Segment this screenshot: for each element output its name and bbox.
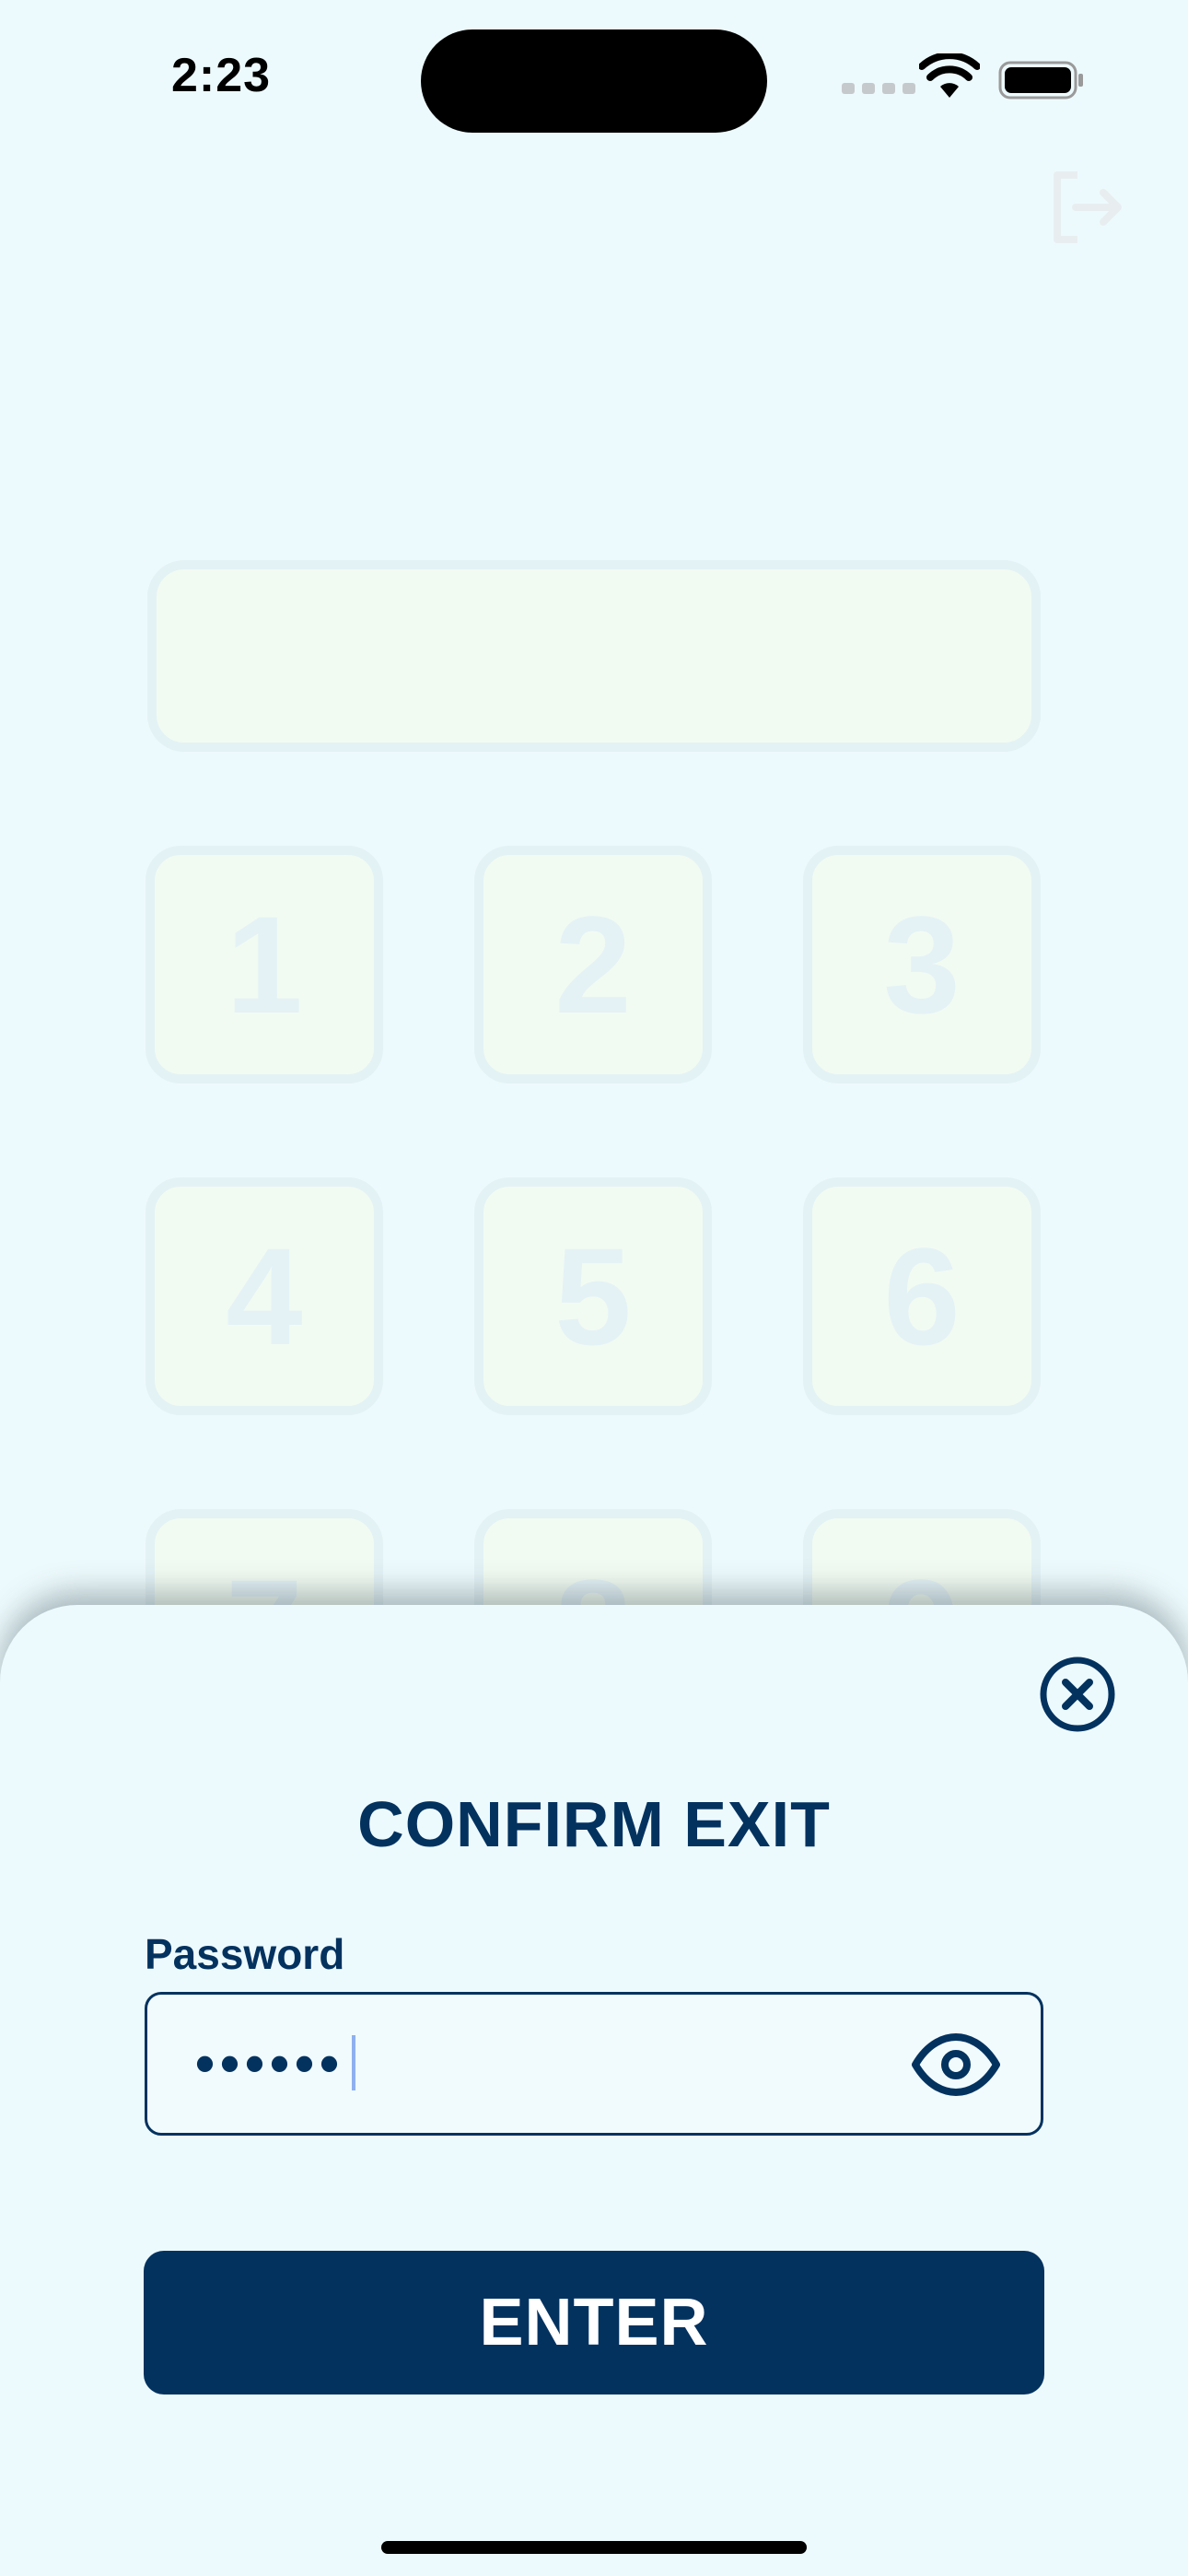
keypad-key-2[interactable]: 2 bbox=[474, 846, 712, 1083]
key-label: 6 bbox=[883, 1218, 961, 1374]
key-label: 3 bbox=[883, 886, 961, 1042]
wifi-icon bbox=[919, 53, 980, 98]
status-time: 2:23 bbox=[171, 49, 272, 102]
home-indicator bbox=[381, 2541, 807, 2554]
close-circle-icon[interactable] bbox=[1039, 1656, 1116, 1733]
keypad-key-3[interactable]: 3 bbox=[803, 846, 1041, 1083]
enter-button[interactable]: ENTER bbox=[144, 2251, 1044, 2395]
sheet-title: CONFIRM EXIT bbox=[357, 1788, 831, 1860]
password-value: •••••• bbox=[195, 2032, 345, 2094]
keypad-key-4[interactable]: 4 bbox=[146, 1177, 383, 1415]
logout-icon[interactable] bbox=[1050, 170, 1125, 245]
password-label: Password bbox=[145, 1930, 345, 1978]
keypad-key-6[interactable]: 6 bbox=[803, 1177, 1041, 1415]
eye-icon[interactable] bbox=[912, 2033, 1000, 2096]
cellular-signal-icon bbox=[842, 83, 915, 94]
key-label: 4 bbox=[226, 1218, 303, 1374]
dynamic-island bbox=[421, 29, 767, 133]
key-label: 2 bbox=[554, 886, 632, 1042]
keypad-key-5[interactable]: 5 bbox=[474, 1177, 712, 1415]
key-label: 1 bbox=[226, 886, 303, 1042]
text-caret bbox=[352, 2035, 355, 2090]
pin-display bbox=[147, 560, 1041, 752]
password-field[interactable]: •••••• bbox=[145, 1992, 1043, 2136]
battery-icon bbox=[998, 61, 1083, 100]
keypad-key-1[interactable]: 1 bbox=[146, 846, 383, 1083]
key-label: 5 bbox=[554, 1218, 632, 1374]
